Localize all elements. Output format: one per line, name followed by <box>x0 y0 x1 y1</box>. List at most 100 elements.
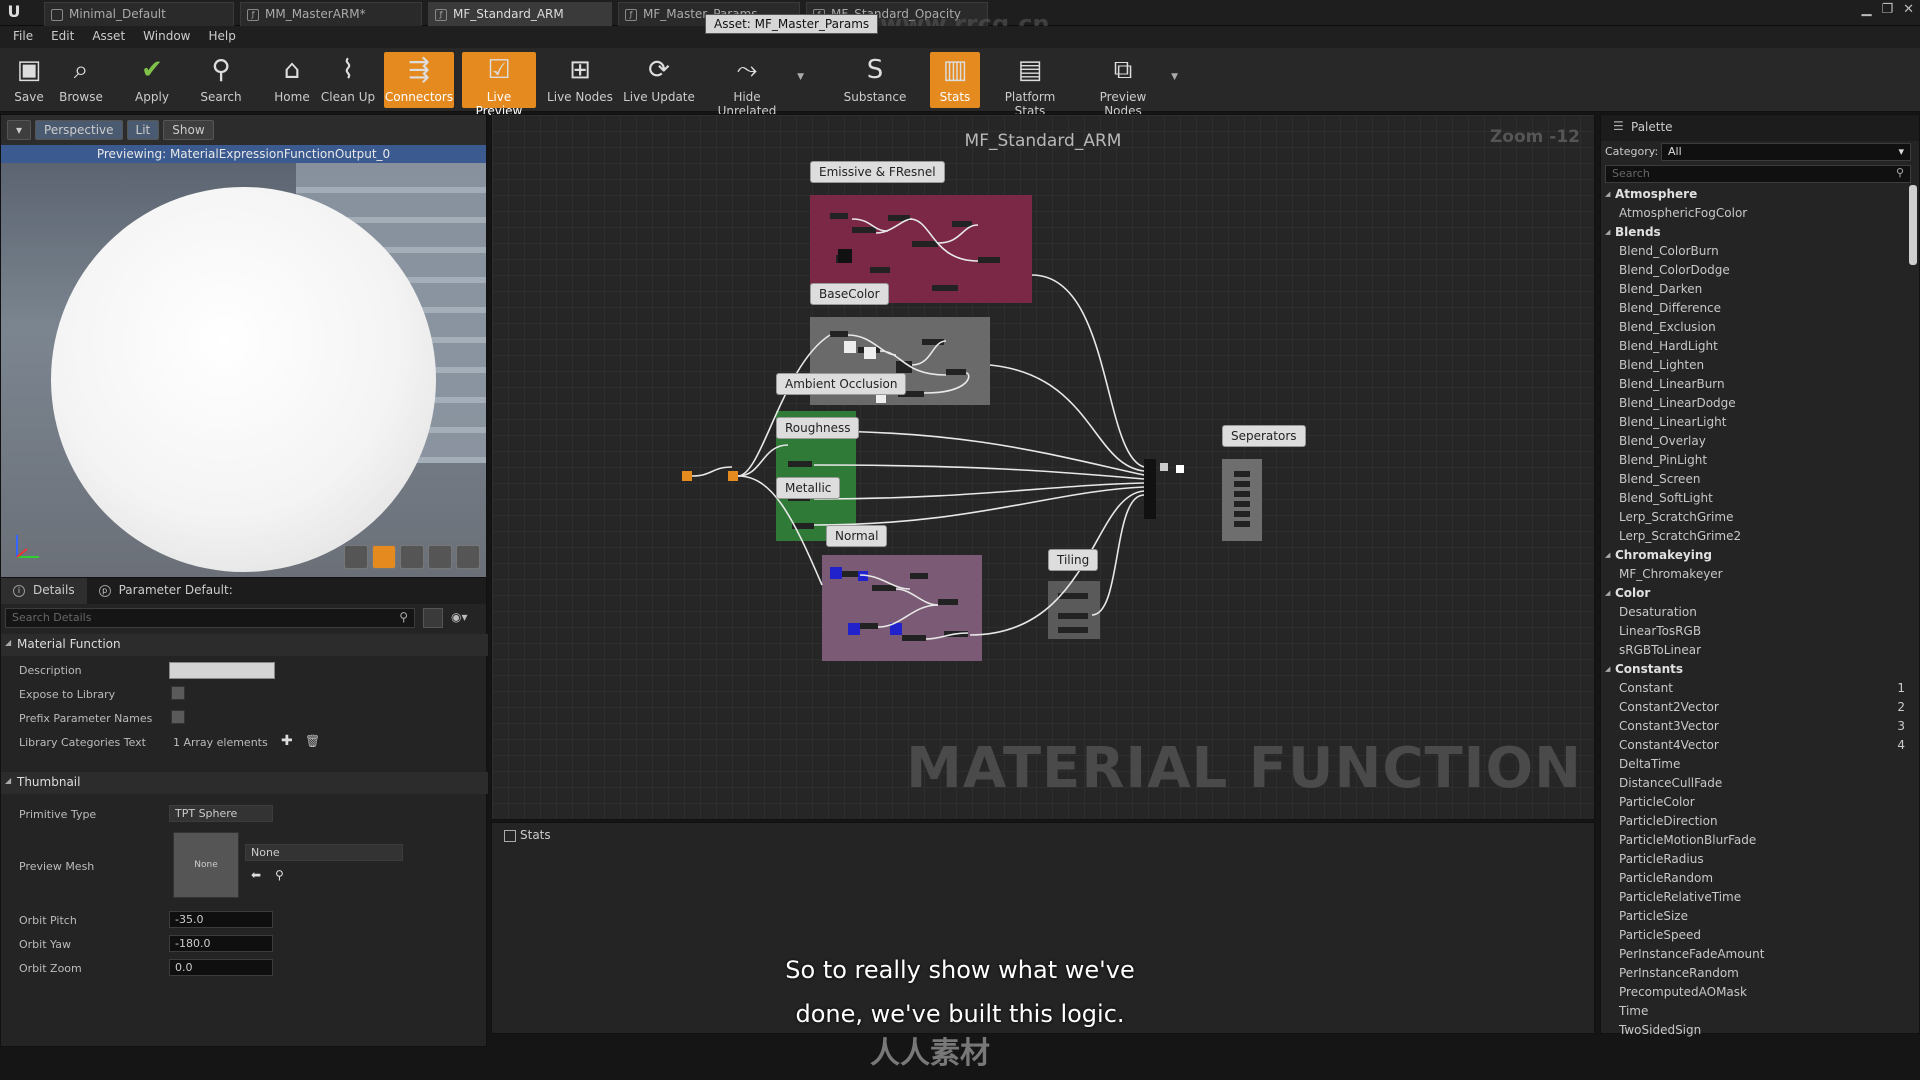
tab-mf-standard-arm[interactable]: ƒ MF_Standard_ARM <box>428 2 612 26</box>
palette-item[interactable]: LinearTosRGB <box>1605 622 1905 641</box>
palette-item[interactable]: Blend_LinearDodge <box>1605 394 1905 413</box>
palette-category[interactable]: Blends <box>1605 223 1905 242</box>
palette-category[interactable]: Constants <box>1605 660 1905 679</box>
orbit-pitch-input[interactable]: -35.0 <box>169 911 273 928</box>
palette-item[interactable]: Blend_ColorBurn <box>1605 242 1905 261</box>
eye-icon[interactable]: ◉▾ <box>451 610 468 624</box>
primitive-type-select[interactable]: TPT Sphere <box>169 805 273 822</box>
connectors-button[interactable]: ⇶ Connectors <box>384 52 454 108</box>
palette-item[interactable]: sRGBToLinear <box>1605 641 1905 660</box>
apply-button[interactable]: ✔ Apply <box>130 52 174 108</box>
palette-item[interactable]: Blend_SoftLight <box>1605 489 1905 508</box>
cylinder-icon[interactable] <box>344 545 368 569</box>
palette-item[interactable]: Lerp_ScratchGrime2 <box>1605 527 1905 546</box>
chevron-down-icon[interactable]: ▼ <box>1171 72 1178 82</box>
comment-tiling[interactable]: Tiling <box>1048 549 1099 571</box>
stats-button[interactable]: ▥ Stats <box>930 52 980 108</box>
palette-item[interactable]: ParticleRadius <box>1605 850 1905 869</box>
lit-button[interactable]: Lit <box>126 120 160 140</box>
palette-item[interactable]: Blend_Difference <box>1605 299 1905 318</box>
palette-item[interactable]: Constant4Vector 4 <box>1605 736 1905 755</box>
palette-header[interactable]: Palette <box>1601 115 1919 141</box>
comment-metallic[interactable]: Metallic <box>776 477 841 499</box>
palette-item[interactable]: ParticleRandom <box>1605 869 1905 888</box>
palette-item[interactable]: Blend_Lighten <box>1605 356 1905 375</box>
palette-item[interactable]: Blend_ColorDodge <box>1605 261 1905 280</box>
comment-emissive-fresnel[interactable]: Emissive & FResnel <box>810 161 945 183</box>
category-select[interactable]: All ▾ <box>1661 143 1911 161</box>
palette-item[interactable]: Blend_LinearLight <box>1605 413 1905 432</box>
palette-search-input[interactable]: Search ⚲ <box>1605 165 1911 183</box>
category-thumbnail[interactable]: Thumbnail <box>1 772 488 794</box>
stats-header[interactable]: Stats <box>492 823 1594 849</box>
close-icon[interactable]: ✕ <box>1903 2 1914 17</box>
material-graph[interactable]: MF_Standard_ARM Zoom -12 MATERIAL FUNCTI… <box>491 114 1595 820</box>
details-search-input[interactable]: Search Details ⚲ <box>5 608 415 628</box>
category-material-function[interactable]: Material Function <box>1 634 488 656</box>
palette-item[interactable]: Desaturation <box>1605 603 1905 622</box>
palette-item[interactable]: Blend_Exclusion <box>1605 318 1905 337</box>
tab-details[interactable]: i Details <box>1 578 87 604</box>
plane-icon[interactable] <box>400 545 424 569</box>
menu-help[interactable]: Help <box>199 26 244 48</box>
add-element-icon[interactable]: ✚ <box>281 733 293 749</box>
viewport-menu-button[interactable]: ▾ <box>7 120 32 140</box>
palette-item[interactable]: ParticleDirection <box>1605 812 1905 831</box>
preview-scene[interactable] <box>1 163 486 577</box>
palette-scrollbar[interactable] <box>1909 185 1917 265</box>
platform-stats-button[interactable]: ▤ Platform Stats <box>988 52 1072 118</box>
preview-mesh-thumbnail[interactable]: None <box>173 832 239 898</box>
menu-edit[interactable]: Edit <box>42 26 83 48</box>
comment-seperators[interactable]: Seperators <box>1222 425 1306 447</box>
view-options-icon[interactable] <box>423 608 443 628</box>
palette-item[interactable]: DistanceCullFade <box>1605 774 1905 793</box>
mesh-icon[interactable] <box>456 545 480 569</box>
palette-item[interactable]: Blend_Overlay <box>1605 432 1905 451</box>
chevron-down-icon[interactable]: ▼ <box>797 72 804 82</box>
browse-icon[interactable]: ⚲ <box>275 868 284 882</box>
palette-item[interactable]: MF_Chromakeyer <box>1605 565 1905 584</box>
sphere-icon[interactable] <box>372 545 396 569</box>
minimize-icon[interactable]: ▁ <box>1861 2 1871 17</box>
palette-item[interactable]: Blend_Darken <box>1605 280 1905 299</box>
palette-item[interactable]: Lerp_ScratchGrime <box>1605 508 1905 527</box>
clean-up-button[interactable]: ⌇ Clean Up <box>320 52 376 108</box>
live-update-button[interactable]: ⟳ Live Update <box>622 52 696 108</box>
trash-icon[interactable]: 🗑 <box>305 734 320 748</box>
hide-unrelated-button[interactable]: ⤳ Hide Unrelated ▼ <box>704 52 804 118</box>
prefix-parameter-names-checkbox[interactable] <box>171 710 185 724</box>
menu-window[interactable]: Window <box>134 26 199 48</box>
palette-item[interactable]: Constant 1 <box>1605 679 1905 698</box>
menu-asset[interactable]: Asset <box>83 26 134 48</box>
use-selected-icon[interactable]: ⬅ <box>251 868 261 882</box>
show-button[interactable]: Show <box>163 120 214 140</box>
palette-item[interactable]: Constant3Vector 3 <box>1605 717 1905 736</box>
substance-button[interactable]: S Substance <box>840 52 910 108</box>
restore-icon[interactable]: ❐ <box>1881 2 1893 17</box>
live-preview-button[interactable]: ☑ Live Preview <box>462 52 536 118</box>
palette-category[interactable]: Chromakeying <box>1605 546 1905 565</box>
palette-category[interactable]: Atmosphere <box>1605 185 1905 204</box>
expose-to-library-checkbox[interactable] <box>171 686 185 700</box>
comment-ambient-occlusion[interactable]: Ambient Occlusion <box>776 373 907 395</box>
palette-item[interactable]: DeltaTime <box>1605 755 1905 774</box>
tab-mm-masterarm[interactable]: ƒ MM_MasterARM* <box>240 2 422 26</box>
perspective-button[interactable]: Perspective <box>35 120 123 140</box>
comment-normal[interactable]: Normal <box>826 525 888 547</box>
palette-item[interactable]: AtmosphericFogColor <box>1605 204 1905 223</box>
unreal-logo-icon[interactable]: U <box>4 2 24 24</box>
palette-item[interactable]: ParticleRelativeTime <box>1605 888 1905 907</box>
palette-item[interactable]: ParticleSpeed <box>1605 926 1905 945</box>
tab-parameter-defaults[interactable]: p Parameter Default: <box>87 578 245 604</box>
palette-item[interactable]: Blend_PinLight <box>1605 451 1905 470</box>
preview-nodes-button[interactable]: ⧉ Preview Nodes ▼ <box>1082 52 1178 118</box>
library-categories-label[interactable]: Library Categories Text <box>19 736 146 749</box>
cube-icon[interactable] <box>428 545 452 569</box>
tab-minimal-default[interactable]: Minimal_Default <box>44 2 234 26</box>
menu-file[interactable]: File <box>4 26 42 48</box>
preview-mesh-select[interactable]: None <box>245 844 403 861</box>
description-field[interactable] <box>169 662 275 679</box>
home-button[interactable]: ⌂ Home <box>270 52 314 108</box>
comment-roughness[interactable]: Roughness <box>776 417 860 439</box>
browse-button[interactable]: ⌕ Browse <box>56 52 106 108</box>
